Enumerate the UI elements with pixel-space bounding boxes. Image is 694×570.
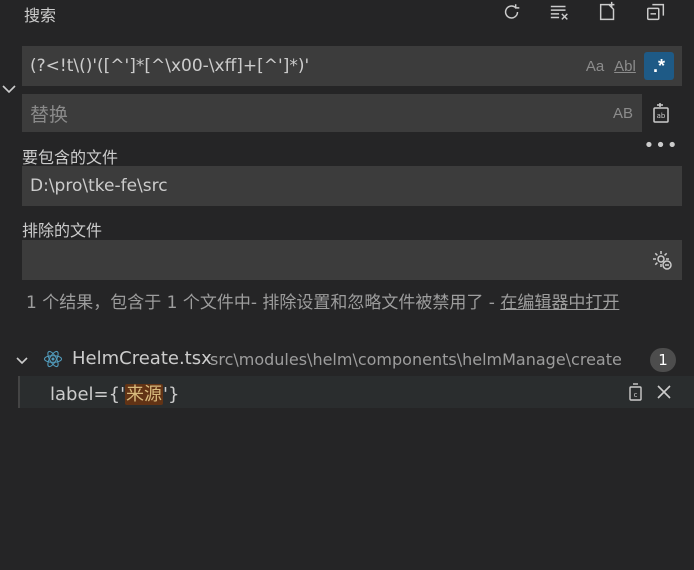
chevron-down-icon[interactable] (12, 350, 32, 370)
file-path: src\modules\helm\components\helmManage\c… (210, 350, 622, 369)
svg-text:c: c (634, 391, 638, 399)
open-in-editor-link[interactable]: 在编辑器中打开 (500, 293, 619, 313)
results-summary-text: 1 个结果，包含于 1 个文件中- 排除设置和忽略文件被禁用了 - (26, 293, 501, 313)
whole-word-toggle[interactable]: Abl (612, 54, 638, 78)
preserve-case-toggle[interactable]: AB (610, 102, 636, 124)
include-files-value: D:\pro\tke-fe\src (30, 176, 168, 196)
file-name: HelmCreate.tsx (72, 348, 212, 369)
refresh-icon[interactable] (500, 0, 524, 24)
search-input-value: (?<!t\()'([^']*[^\x00-\xff]+[^']*)' (30, 56, 310, 76)
dismiss-match-close-icon[interactable] (652, 380, 676, 404)
match-count-badge: 1 (650, 348, 676, 372)
replace-input[interactable]: 替换 AB (22, 94, 642, 132)
search-header: 搜索 (0, 0, 694, 28)
replace-match-icon[interactable]: c (624, 380, 648, 404)
replace-placeholder: 替换 (30, 103, 69, 126)
react-file-icon (42, 348, 64, 370)
svg-text:ab: ab (657, 112, 666, 120)
more-options-icon[interactable]: ••• (644, 134, 678, 156)
regex-toggle[interactable]: .* (644, 52, 674, 80)
match-highlight: 来源 (125, 384, 164, 405)
search-input[interactable]: (?<!t\()'([^']*[^\x00-\xff]+[^']*)' Aa A… (22, 46, 682, 86)
clear-results-icon[interactable] (548, 0, 572, 24)
match-case-toggle[interactable]: Aa (582, 54, 608, 78)
toggle-replace-chevron-icon[interactable] (0, 78, 18, 100)
match-text-after: '} (163, 384, 180, 405)
include-files-input[interactable]: D:\pro\tke-fe\src (22, 166, 682, 206)
view-title: 搜索 (24, 6, 57, 25)
new-search-editor-icon[interactable] (596, 0, 620, 24)
match-result-row[interactable]: label={'来源'} c (18, 376, 694, 408)
match-text-before: label={' (50, 384, 126, 405)
exclude-files-input[interactable] (22, 240, 682, 280)
collapse-all-icon[interactable] (644, 0, 668, 24)
include-files-label: 要包含的文件 (22, 148, 119, 167)
replace-all-icon[interactable]: ab (648, 100, 674, 126)
use-exclude-settings-gear-icon[interactable] (650, 248, 674, 272)
file-result-row[interactable]: HelmCreate.tsx src\modules\helm\componen… (0, 346, 694, 374)
search-view: 搜索 (?<!t\()'([^']*[^\x00-\xff]+[^']*)' A… (0, 0, 694, 570)
search-results-message: 1 个结果，包含于 1 个文件中- 排除设置和忽略文件被禁用了 - 在编辑器中打… (26, 290, 670, 316)
exclude-files-label: 排除的文件 (22, 221, 103, 240)
match-line-text: label={'来源'} (50, 380, 179, 406)
